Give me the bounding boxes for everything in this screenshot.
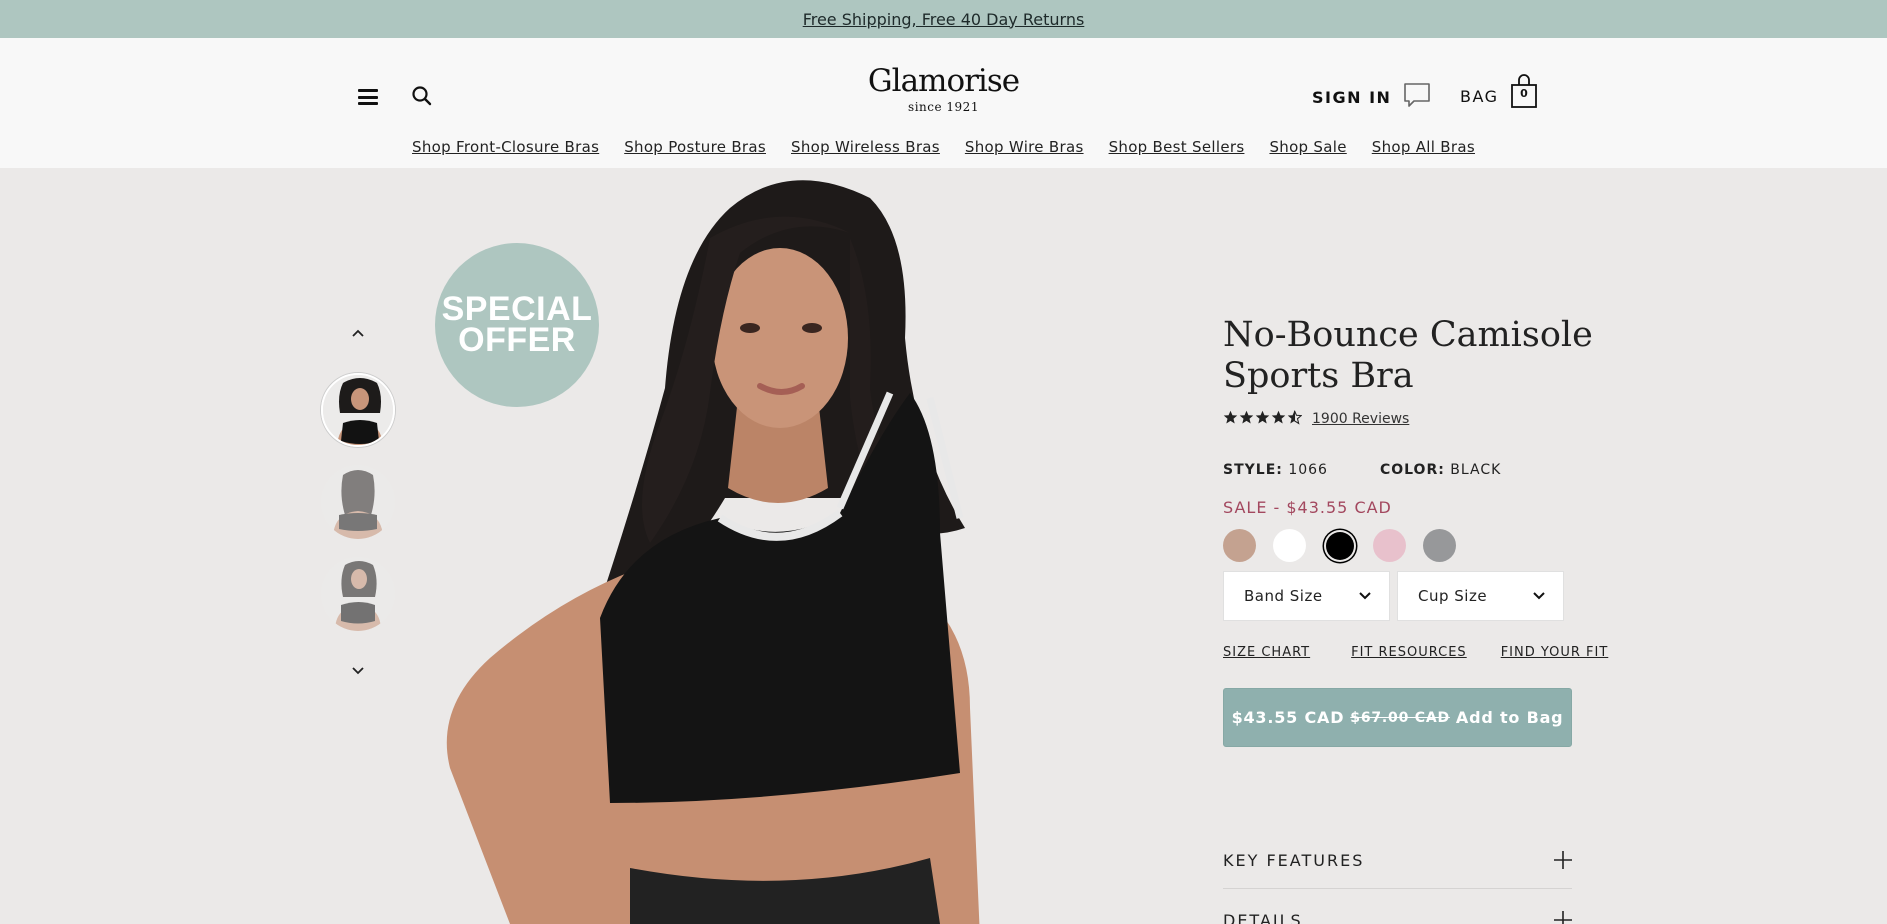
bag-count: 0 — [1520, 87, 1528, 100]
size-chart-link[interactable]: SIZE CHART — [1223, 645, 1310, 660]
thumbnail-front[interactable] — [321, 373, 395, 447]
swatch-nude[interactable] — [1223, 529, 1256, 562]
thumbnail-side[interactable] — [321, 557, 395, 631]
nav-all-bras[interactable]: Shop All Bras — [1372, 138, 1475, 156]
add-to-bag-button[interactable]: $43.55 CAD $67.00 CAD Add to Bag — [1223, 688, 1572, 747]
plus-icon — [1554, 911, 1572, 924]
swatch-white[interactable] — [1273, 529, 1306, 562]
fit-links: SIZE CHART FIT RESOURCES FIND YOUR FIT — [1223, 645, 1608, 660]
color-swatches — [1223, 529, 1456, 562]
style-info: STYLE: 1066 — [1223, 462, 1328, 478]
band-size-label: Band Size — [1244, 587, 1323, 605]
band-size-select[interactable]: Band Size — [1223, 571, 1390, 621]
fit-resources-link[interactable]: FIT RESOURCES — [1351, 645, 1467, 660]
nav-best-sellers[interactable]: Shop Best Sellers — [1109, 138, 1245, 156]
details-label: DETAILS — [1223, 910, 1303, 924]
star-icon — [1255, 410, 1270, 424]
product-title: No-Bounce Camisole Sports Bra — [1223, 315, 1593, 396]
nav-posture[interactable]: Shop Posture Bras — [624, 138, 766, 156]
key-features-accordion[interactable]: KEY FEATURES — [1223, 845, 1572, 875]
sign-in-link[interactable]: SIGN IN — [1312, 88, 1391, 107]
promo-link[interactable]: Free Shipping, Free 40 Day Returns — [803, 10, 1085, 29]
color-info: COLOR: BLACK — [1379, 462, 1502, 478]
category-nav: Shop Front-Closure Bras Shop Posture Bra… — [0, 138, 1887, 156]
half-star-icon — [1287, 410, 1302, 425]
site-header: Glamorise since 1921 SIGN IN BAG 0 Shop … — [0, 38, 1887, 168]
bag-label[interactable]: BAG — [1460, 87, 1499, 106]
plus-icon — [1554, 851, 1572, 869]
shopping-bag-icon[interactable]: 0 — [1510, 73, 1538, 109]
add-price: $43.55 CAD — [1231, 708, 1345, 727]
accordion-divider — [1223, 888, 1572, 889]
cup-size-label: Cup Size — [1418, 587, 1488, 605]
special-offer-badge: SPECIAL OFFER — [435, 243, 599, 407]
offer-line-2: OFFER — [458, 321, 576, 359]
brand-tagline: since 1921 — [908, 100, 979, 114]
chevron-down-icon — [1359, 592, 1371, 600]
swatch-gray[interactable] — [1423, 529, 1456, 562]
cup-size-select[interactable]: Cup Size — [1397, 571, 1564, 621]
add-label: Add to Bag — [1455, 708, 1564, 727]
star-icon — [1239, 410, 1254, 424]
nav-front-closure[interactable]: Shop Front-Closure Bras — [412, 138, 599, 156]
key-features-label: KEY FEATURES — [1223, 850, 1365, 870]
star-icon — [1223, 410, 1238, 424]
rating-stars[interactable] — [1223, 410, 1302, 425]
original-price: $67.00 CAD — [1350, 709, 1450, 726]
chat-icon[interactable] — [1403, 82, 1431, 108]
details-accordion[interactable]: DETAILS — [1223, 905, 1572, 924]
nav-sale[interactable]: Shop Sale — [1269, 138, 1346, 156]
swatch-black[interactable] — [1325, 531, 1354, 560]
thumbnail-back[interactable] — [321, 465, 395, 539]
star-icon — [1271, 410, 1286, 424]
chevron-down-icon — [1533, 592, 1545, 600]
sale-price: SALE - $43.55 CAD — [1223, 498, 1392, 517]
style-color-row: STYLE: 1066 COLOR: BLACK — [1223, 462, 1501, 478]
nav-wire[interactable]: Shop Wire Bras — [965, 138, 1084, 156]
chevron-up-icon[interactable] — [346, 321, 370, 345]
find-your-fit-link[interactable]: FIND YOUR FIT — [1501, 645, 1609, 660]
nav-wireless[interactable]: Shop Wireless Bras — [791, 138, 940, 156]
search-icon[interactable] — [410, 84, 434, 108]
menu-icon[interactable] — [358, 89, 378, 105]
promo-bar: Free Shipping, Free 40 Day Returns — [0, 0, 1887, 38]
chevron-down-icon[interactable] — [346, 659, 370, 683]
swatch-pink[interactable] — [1373, 529, 1406, 562]
brand-name: Glamorise — [867, 63, 1020, 99]
brand-logo[interactable]: Glamorise since 1921 — [860, 64, 1027, 114]
reviews-link[interactable]: 1900 Reviews — [1312, 411, 1409, 427]
